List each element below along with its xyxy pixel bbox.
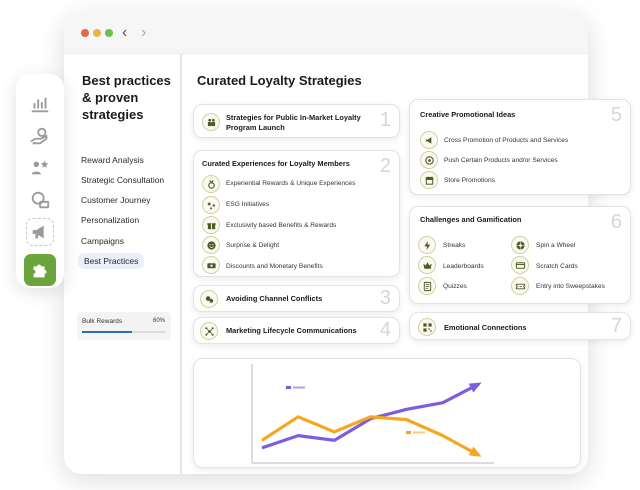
user-rating-icon[interactable] [26,154,54,182]
list-item: Entry into Sweepstakes [536,283,605,290]
strategy-card-6[interactable]: Challenges and Gamification 6 Streaks Le… [409,206,631,304]
bar-chart-icon[interactable] [26,90,54,118]
bulk-rewards-label: Bulk Rewards [82,318,123,325]
conflict-icon [200,290,218,308]
card-title: Challenges and Gamification [420,215,522,224]
qr-icon [418,318,436,336]
progress-track [82,331,166,333]
list-item: Spin a Wheel [536,242,576,249]
ticket-icon [511,277,529,295]
page-title: Curated Loyalty Strategies [197,73,362,88]
list-item: Streaks [443,242,466,249]
card-title: Creative Promotional Ideas [420,110,516,119]
gift-icon [202,216,220,234]
wheel-icon [511,236,529,254]
sidebar-item-customer-journey[interactable]: Customer Journey [81,195,150,205]
puzzle-icon[interactable] [24,254,56,286]
lightning-icon [418,236,436,254]
card-number: 4 [379,319,391,341]
card-number: 5 [610,104,622,126]
legend-text-placeholder [293,386,305,389]
strategy-card-4[interactable]: Marketing Lifecycle Communications 4 [193,317,400,344]
users-icon [202,113,220,131]
line-chart [251,364,494,464]
list-item: Quizzes [443,283,467,290]
title-bar: ‹ › [64,12,588,54]
strategy-card-3[interactable]: Avoiding Channel Conflicts 3 [193,285,400,312]
maximize-dot[interactable] [105,29,113,37]
list-item: Leaderboards [443,263,484,270]
list-item: Experiential Rewards & Unique Experience… [226,180,356,187]
trend-chart-card [193,358,581,468]
megaphone-icon [420,131,438,149]
list-item: Scratch Cards [536,263,578,270]
list-item: Store Promotions [444,177,495,184]
list-item: Surprise & Delight [226,242,280,249]
smile-icon [202,236,220,254]
legend-swatch [406,431,411,434]
legend-text-placeholder [413,431,425,434]
card-title: Curated Experiences for Loyalty Members [202,159,350,168]
store-icon [420,171,438,189]
card-number: 6 [610,211,622,233]
card-icon [511,256,529,274]
forward-icon[interactable]: › [141,24,146,42]
money-icon [202,256,220,274]
list-item: Cross Promotion of Products and Services [444,137,569,144]
cycle-icon [200,322,218,340]
hand-money-icon[interactable] [26,122,54,150]
minimize-dot[interactable] [93,29,101,37]
stars-icon [202,196,220,214]
medal-icon [202,175,220,193]
crown-icon [418,256,436,274]
sidebar-title: Best practices & proven strategies [82,73,171,122]
sidebar-item-campaigns[interactable]: Campaigns [81,236,124,246]
card-title: Marketing Lifecycle Communications [226,326,357,335]
quiz-icon [418,277,436,295]
legend-swatch [286,386,291,389]
sidebar-item-best-practices[interactable]: Best Practices [78,253,145,269]
coins-icon[interactable] [26,186,54,214]
megaphone-icon[interactable] [26,218,54,246]
sidebar-item-personalization[interactable]: Personalization [81,215,139,225]
card-number: 2 [379,155,391,177]
bulk-rewards-percent: 60% [152,318,165,324]
icon-rail [16,74,64,288]
back-icon[interactable]: ‹ [122,24,127,42]
sidebar-item-reward-analysis[interactable]: Reward Analysis [81,155,144,165]
card-number: 7 [610,315,622,337]
list-item: Discounts and Monetary Benefits [226,263,323,270]
strategy-card-2[interactable]: Curated Experiences for Loyalty Members … [193,150,400,277]
sidebar-item-strategic-consultation[interactable]: Strategic Consultation [81,175,164,185]
target-icon [420,151,438,169]
card-title: Emotional Connections [444,323,527,332]
sidebar: Best practices & proven strategies Rewar… [64,54,182,474]
card-number: 1 [379,109,391,131]
progress-fill [82,331,133,333]
card-title: Strategies for Public In-Market Loyalty … [226,113,361,132]
list-item: Exclusivity based Benefits & Rewards [226,222,337,229]
list-item: Push Certain Products and/or Services [444,157,558,164]
card-title: Avoiding Channel Conflicts [226,294,323,303]
close-dot[interactable] [81,29,89,37]
list-item: ESG Initiatives [226,201,270,208]
strategy-card-1[interactable]: Strategies for Public In-Market Loyalty … [193,104,400,138]
strategy-card-5[interactable]: Creative Promotional Ideas 5 Cross Promo… [409,99,631,195]
bulk-rewards-progress: Bulk Rewards 60% [77,312,171,340]
strategy-card-7[interactable]: Emotional Connections 7 [409,312,631,340]
card-number: 3 [379,287,391,309]
